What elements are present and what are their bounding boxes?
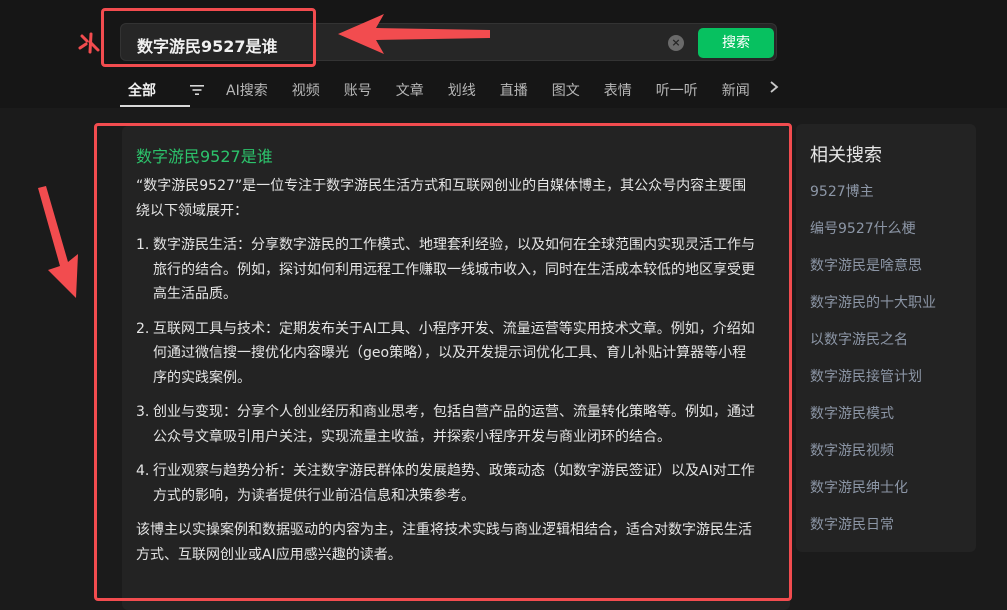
related-item[interactable]: 数字游民视频: [810, 441, 936, 478]
tab-all[interactable]: 全部: [128, 80, 156, 100]
header: 数字游民9527是谁 × 搜索 全部 AI搜索 视频 账号 文章 划线 直播 图…: [0, 0, 1007, 108]
related-list: 9527博主 编号9527什么梗 数字游民是啥意思 数字游民的十大职业 以数字游…: [810, 182, 936, 552]
tab-article[interactable]: 文章: [396, 80, 424, 100]
tab-label: 全部: [128, 83, 156, 99]
tab-image-text[interactable]: 图文: [552, 80, 580, 100]
related-item[interactable]: 以数字游民之名: [810, 330, 936, 367]
tab-ai-search[interactable]: AI搜索: [226, 80, 268, 100]
point-number: 4.: [136, 463, 150, 479]
point-text: 数字游民生活：分享数字游民的工作模式、地理套利经验，以及如何在全球范围内实现灵活…: [153, 237, 755, 302]
related-item[interactable]: 9527博主: [810, 182, 936, 219]
tab-listen[interactable]: 听一听: [656, 80, 698, 100]
tab-emoji[interactable]: 表情: [604, 80, 632, 100]
search-input[interactable]: 数字游民9527是谁: [137, 33, 278, 57]
answer-intro: “数字游民9527”是一位专注于数字游民生活方式和互联网创业的自媒体博主，其公众…: [136, 178, 747, 219]
point-number: 2.: [136, 320, 150, 337]
point-number: 3.: [136, 404, 150, 420]
related-item[interactable]: 编号9527什么梗: [810, 219, 936, 256]
tab-live[interactable]: 直播: [500, 80, 528, 100]
tab-account[interactable]: 账号: [344, 80, 372, 100]
answer-point: 3. 创业与变现：分享个人创业经历和商业思考，包括自营产品的运营、流量转化策略等。…: [136, 400, 760, 449]
answer-title[interactable]: 数字游民9527是谁: [136, 143, 273, 167]
point-text: 创业与变现：分享个人创业经历和商业思考，包括自营产品的运营、流量转化策略等。例如…: [153, 404, 755, 445]
related-item[interactable]: 数字游民的十大职业: [810, 293, 936, 330]
filter-icon[interactable]: [190, 84, 204, 96]
answer-points: 1. 数字游民生活：分享数字游民的工作模式、地理套利经验，以及如何在全球范围内实现…: [136, 233, 760, 508]
tab-news[interactable]: 新闻: [722, 80, 750, 100]
chevron-right-icon[interactable]: [768, 80, 780, 94]
related-title: 相关搜索: [810, 145, 882, 166]
point-number: 1.: [136, 237, 150, 253]
related-item[interactable]: 数字游民是啥意思: [810, 256, 936, 293]
point-text: 行业观察与趋势分析：关注数字游民群体的发展趋势、政策动态（如数字游民签证）以及A…: [153, 463, 755, 504]
tab-highlight[interactable]: 划线: [448, 80, 476, 100]
related-item[interactable]: 数字游民模式: [810, 404, 936, 441]
search-box[interactable]: 数字游民9527是谁 × 搜索: [120, 23, 777, 61]
answer-body: “数字游民9527”是一位专注于数字游民生活方式和互联网创业的自媒体博主，其公众…: [136, 174, 760, 577]
sogou-logo-icon: [78, 32, 100, 54]
search-results-page: 数字游民9527是谁 × 搜索 全部 AI搜索 视频 账号 文章 划线 直播 图…: [0, 0, 1007, 610]
search-tabs: 全部 AI搜索 视频 账号 文章 划线 直播 图文 表情 听一听 新闻: [128, 78, 774, 102]
active-tab-indicator: [120, 105, 190, 107]
ai-answer-card: 数字游民9527是谁 “数字游民9527”是一位专注于数字游民生活方式和互联网创…: [122, 126, 790, 610]
related-searches-panel: 相关搜索 9527博主 编号9527什么梗 数字游民是啥意思 数字游民的十大职业…: [796, 124, 976, 552]
point-text: 互联网工具与技术：定期发布关于AI工具、小程序开发、流量运营等实用技术文章。例如…: [153, 320, 755, 386]
tab-video[interactable]: 视频: [292, 80, 320, 100]
search-button[interactable]: 搜索: [698, 28, 774, 58]
related-item[interactable]: 数字游民日常: [810, 515, 936, 552]
answer-point: 2. 互联网工具与技术：定期发布关于AI工具、小程序开发、流量运营等实用技术文章。…: [136, 317, 760, 391]
clear-icon[interactable]: ×: [668, 35, 684, 51]
answer-point: 4. 行业观察与趋势分析：关注数字游民群体的发展趋势、政策动态（如数字游民签证）以…: [136, 459, 760, 508]
annotation-arrow-down-icon: [38, 186, 78, 298]
answer-summary: 该博主以实操案例和数据驱动的内容为主，注重将技术实践与商业逻辑相结合，适合对数字…: [136, 522, 752, 563]
related-item[interactable]: 数字游民接管计划: [810, 367, 936, 404]
answer-point: 1. 数字游民生活：分享数字游民的工作模式、地理套利经验，以及如何在全球范围内实现…: [136, 233, 760, 307]
related-item[interactable]: 数字游民绅士化: [810, 478, 936, 515]
